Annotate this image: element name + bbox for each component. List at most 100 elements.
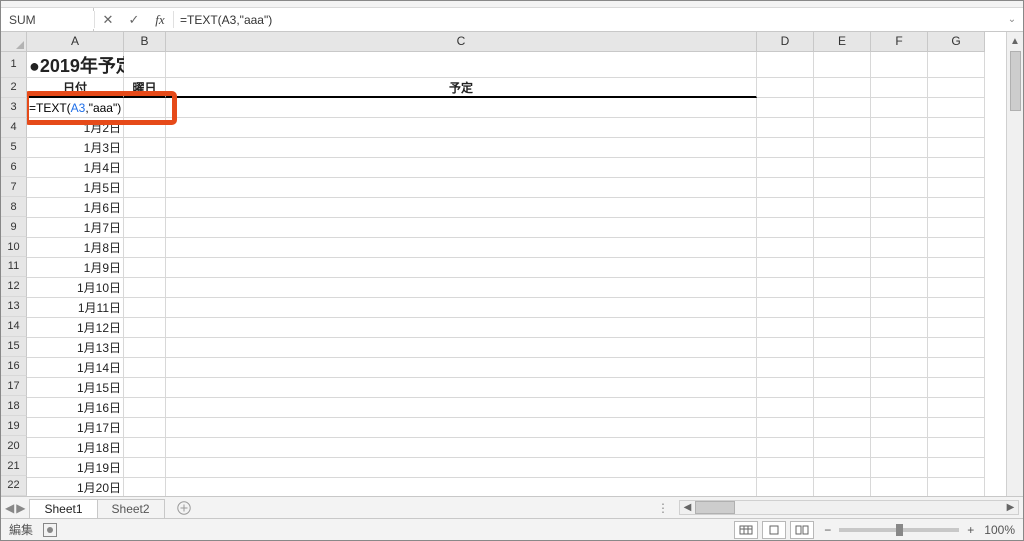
cell[interactable] [871,198,928,218]
cell[interactable]: 1月8日 [27,238,124,258]
row-header[interactable]: 3 [1,98,27,118]
cell[interactable] [124,118,166,138]
cell[interactable] [124,318,166,338]
expand-formula-bar[interactable]: ⌄ [1001,14,1023,25]
cell[interactable]: 1月9日 [27,258,124,278]
cell[interactable]: 1月16日 [27,398,124,418]
title-cell[interactable]: ●2019年予定表 [27,52,124,78]
cell[interactable] [814,398,871,418]
cell[interactable] [928,218,985,238]
cell[interactable] [166,178,757,198]
cell[interactable] [928,438,985,458]
cell[interactable] [124,378,166,398]
cell[interactable] [757,298,814,318]
zoom-level[interactable]: 100% [984,523,1015,537]
cell[interactable] [166,338,757,358]
add-sheet-button[interactable] [172,500,196,516]
column-header[interactable]: F [871,32,928,52]
cell[interactable] [757,458,814,478]
cell[interactable] [124,98,166,118]
cell[interactable] [871,98,928,118]
cell[interactable] [757,358,814,378]
cell[interactable] [928,158,985,178]
cell[interactable] [871,218,928,238]
row-header[interactable]: 4 [1,118,27,138]
cell[interactable]: 予定 [166,78,757,98]
cell[interactable] [166,458,757,478]
cell[interactable] [814,218,871,238]
cell[interactable] [928,258,985,278]
zoom-out-button[interactable]: − [824,523,831,537]
cell[interactable] [166,278,757,298]
row-header[interactable]: 9 [1,217,27,237]
cell[interactable] [124,278,166,298]
column-header[interactable]: A [27,32,124,52]
cell[interactable] [757,398,814,418]
cell[interactable] [871,158,928,178]
cell[interactable] [814,438,871,458]
cell[interactable] [757,52,814,78]
cell[interactable] [928,178,985,198]
cell[interactable] [928,358,985,378]
view-page-break-button[interactable] [790,521,814,539]
name-box-wrap[interactable]: ▾ [1,8,94,31]
cell[interactable] [814,298,871,318]
cell[interactable] [871,458,928,478]
cell[interactable] [871,138,928,158]
scroll-up-arrow[interactable]: ▲ [1008,34,1023,49]
cells-container[interactable]: ●2019年予定表日付曜日予定=TEXT(A3,"aaa")1月2日1月3日1月… [27,52,1006,496]
cell[interactable]: 1月3日 [27,138,124,158]
cell[interactable] [871,298,928,318]
cell[interactable] [124,198,166,218]
row-header[interactable]: 14 [1,317,27,337]
cell[interactable]: 曜日 [124,78,166,98]
cell[interactable] [166,158,757,178]
cell[interactable] [166,318,757,338]
cell[interactable] [757,78,814,98]
cell[interactable] [124,238,166,258]
cell[interactable] [124,298,166,318]
cell[interactable] [871,278,928,298]
cell[interactable] [814,158,871,178]
cell[interactable]: 1月7日 [27,218,124,238]
cell[interactable] [814,418,871,438]
row-header[interactable]: 18 [1,396,27,416]
cell[interactable] [124,138,166,158]
cell[interactable] [124,398,166,418]
cell[interactable] [166,218,757,238]
cell[interactable] [928,278,985,298]
cell[interactable] [928,458,985,478]
cell[interactable] [757,478,814,496]
cell[interactable] [814,138,871,158]
cell[interactable]: 1月4日 [27,158,124,178]
cell[interactable] [166,298,757,318]
cell[interactable] [757,278,814,298]
zoom-slider-handle[interactable] [896,524,903,536]
editing-cell[interactable]: =TEXT(A3,"aaa") [27,98,124,118]
formula-input[interactable] [174,11,1001,29]
cell[interactable] [757,238,814,258]
cell[interactable] [166,438,757,458]
select-all-cell[interactable] [1,32,27,52]
cell[interactable] [124,52,166,78]
cell[interactable]: 1月14日 [27,358,124,378]
cell[interactable] [814,358,871,378]
tab-split-handle[interactable]: ⋮ [651,501,675,515]
cell[interactable] [814,478,871,496]
row-header[interactable]: 7 [1,177,27,197]
row-header[interactable]: 13 [1,297,27,317]
cell[interactable] [871,318,928,338]
cell[interactable] [757,218,814,238]
confirm-edit-button[interactable]: ✓ [121,8,147,31]
cell[interactable] [814,238,871,258]
cell[interactable] [814,318,871,338]
cell[interactable] [928,98,985,118]
view-page-layout-button[interactable] [762,521,786,539]
row-header[interactable]: 8 [1,197,27,217]
cell[interactable] [166,358,757,378]
cell[interactable] [166,198,757,218]
cell[interactable] [871,78,928,98]
cell[interactable]: 1月20日 [27,478,124,496]
cell[interactable] [166,418,757,438]
cell[interactable] [928,52,985,78]
